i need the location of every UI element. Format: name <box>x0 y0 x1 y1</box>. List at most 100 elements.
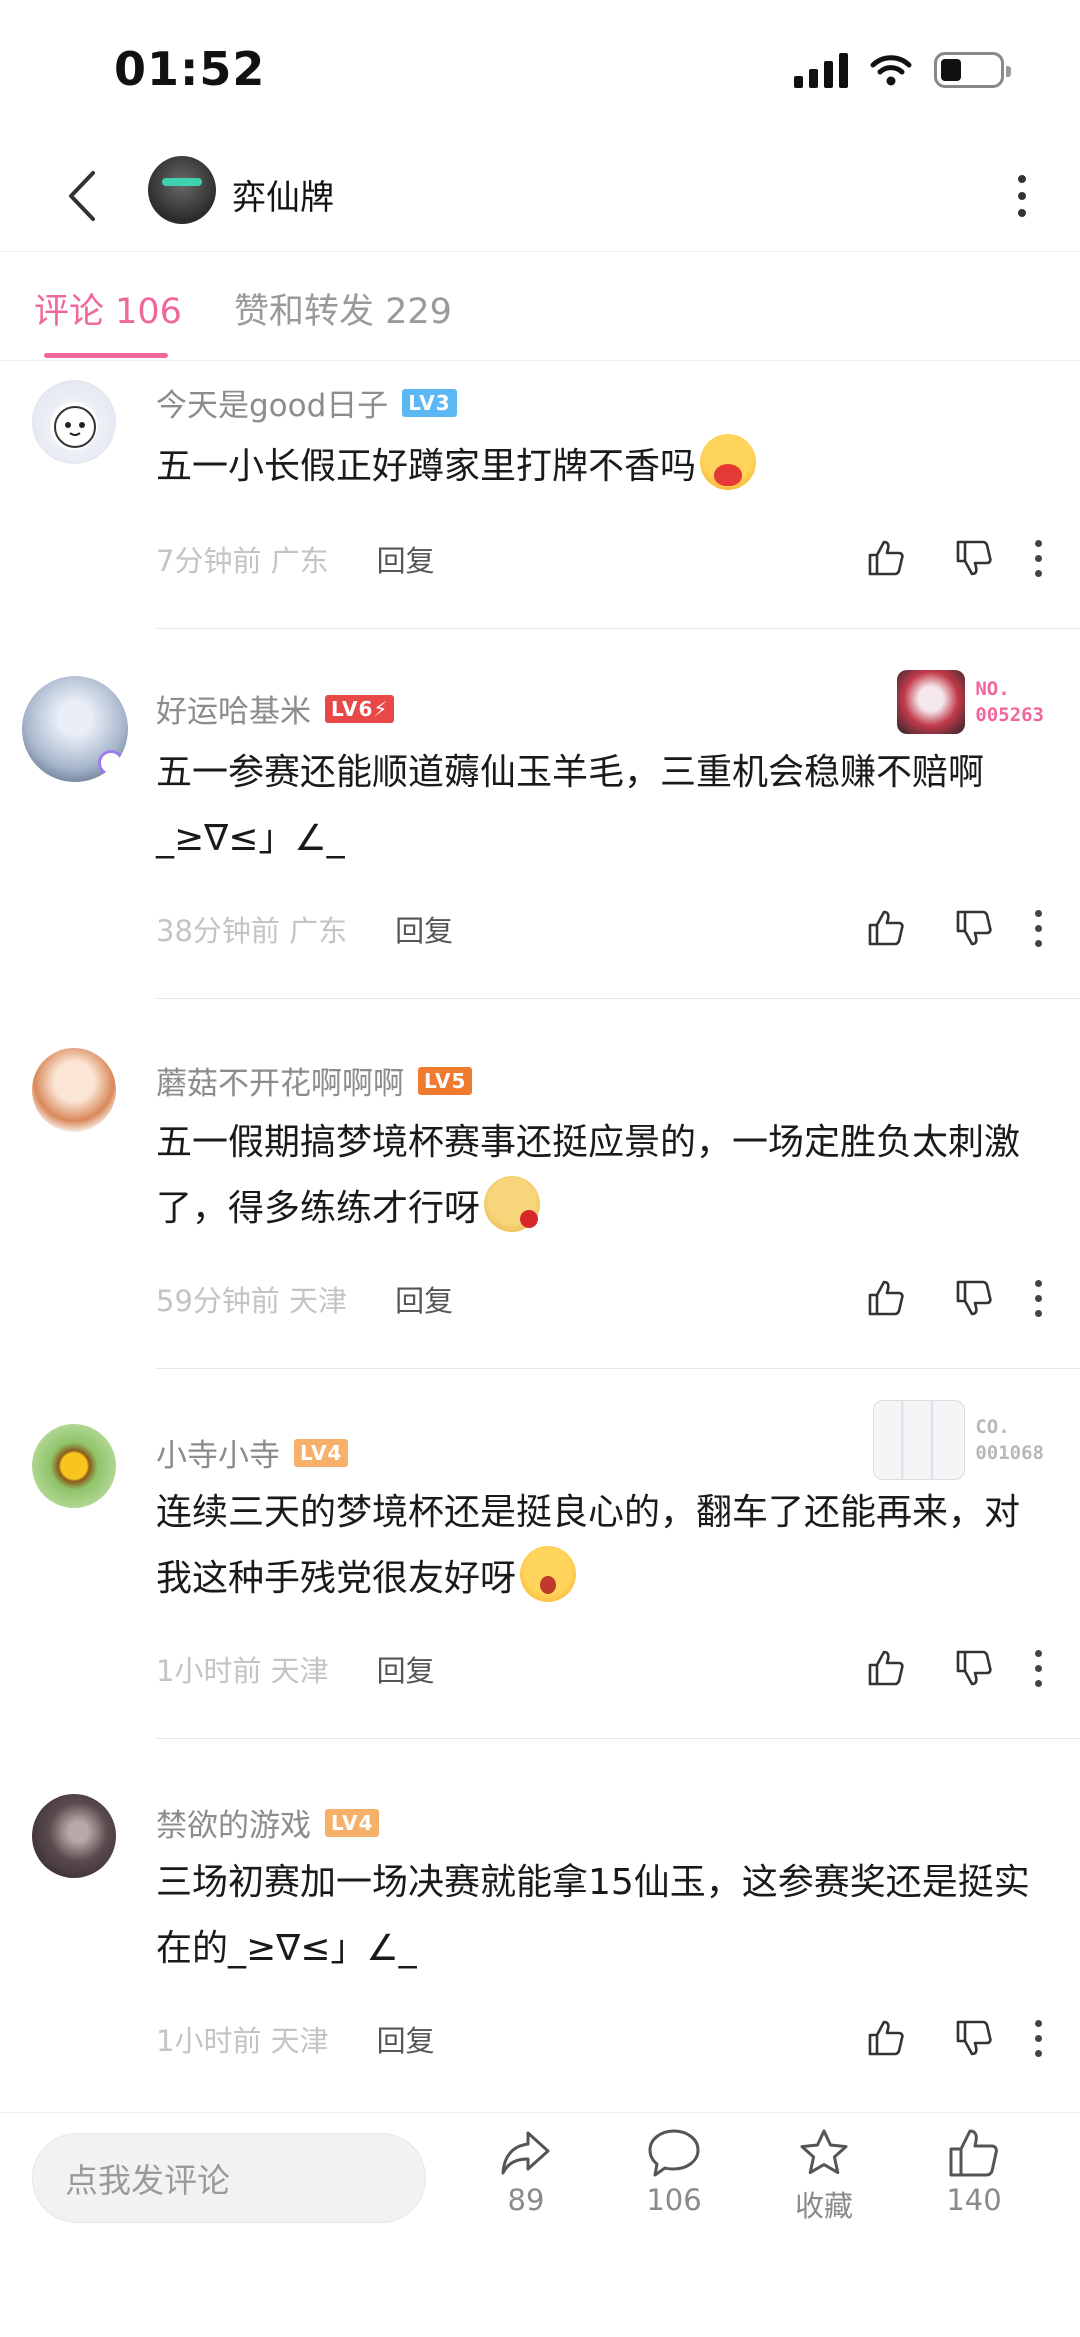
medal-id: 005263 <box>975 704 1044 726</box>
comment-username-row: 蘑菇不开花啊啊啊 LV5 <box>156 1058 473 1103</box>
fan-medal: NO. 005263 <box>897 670 1044 734</box>
comment-item: 禁欲的游戏 LV4 三场初赛加一场决赛就能拿15仙玉，这参赛奖还是挺实在的_≥∇… <box>0 1740 1080 2110</box>
comment-body: 五一小长假正好蹲家里打牌不香吗 <box>156 446 697 487</box>
medal-character-icon <box>897 670 966 734</box>
thumbs-up-icon <box>868 1650 904 1686</box>
dislike-button[interactable] <box>930 900 1018 956</box>
comment-more-button[interactable] <box>1018 1640 1058 1696</box>
comment-meta: 1小时前 天津 回复 <box>156 2018 435 2060</box>
comment-text: 连续三天的梦境杯还是挺良心的，翻车了还能再来，对我这种手残党很友好呀 <box>156 1480 1046 1612</box>
back-button[interactable] <box>52 164 112 228</box>
reply-button[interactable]: 回复 <box>377 538 435 580</box>
comment-item: 小寺小寺 LV4 CO. 001068 连续三天的梦境杯还是挺良心的，翻车了还能… <box>0 1370 1080 1740</box>
comment-actions <box>842 1640 1058 1696</box>
like-button[interactable] <box>842 1270 930 1326</box>
comment-actions <box>842 900 1058 956</box>
thumbs-down-icon <box>956 2020 992 2056</box>
comment-more-button[interactable] <box>1018 530 1058 586</box>
like-button[interactable] <box>842 2010 930 2066</box>
share-button[interactable]: 89 <box>466 2127 586 2217</box>
dislike-button[interactable] <box>930 2010 1018 2066</box>
comment-text: 五一参赛还能顺道薅仙玉羊毛，三重机会稳赚不赔啊_≥∇≤」∠_ <box>156 752 985 859</box>
like-button[interactable] <box>842 530 930 586</box>
comment-count: 106 <box>646 2183 702 2217</box>
timestamp-location: 7分钟前 广东 <box>156 544 329 578</box>
thumbs-up-icon <box>949 2129 998 2177</box>
comment-item: 好运哈基米 LV6⚡ NO. 005263 五一参赛还能顺道薅仙玉羊毛，三重机会… <box>0 630 1080 1000</box>
comment-meta: 38分钟前 广东 回复 <box>156 908 453 950</box>
username[interactable]: 今天是good日子 <box>156 380 388 425</box>
like-count: 140 <box>946 2183 1002 2217</box>
medal-window-icon <box>873 1400 966 1480</box>
comment-input[interactable]: 点我发评论 <box>32 2133 426 2223</box>
page-title: 弈仙牌 <box>232 178 334 218</box>
tab-comments[interactable]: 评论 106 <box>34 283 182 334</box>
avatar[interactable] <box>32 380 116 464</box>
status-icons <box>794 52 1011 88</box>
username[interactable]: 禁欲的游戏 <box>156 1800 311 1845</box>
username[interactable]: 小寺小寺 <box>156 1430 280 1475</box>
comment-actions <box>842 530 1058 586</box>
avatar[interactable] <box>22 676 128 782</box>
comment-text: 三场初赛加一场决赛就能拿15仙玉，这参赛奖还是挺实在的_≥∇≤」∠_ <box>156 1862 1030 1969</box>
dislike-button[interactable] <box>930 530 1018 586</box>
comment-username-row: 小寺小寺 LV4 <box>156 1430 349 1475</box>
comment-more-button[interactable] <box>1018 2010 1058 2066</box>
cheer-emoji-icon <box>520 1546 577 1602</box>
avatar[interactable] <box>32 1048 116 1132</box>
wifi-icon <box>870 55 912 86</box>
divider <box>156 1738 1080 1739</box>
comment-body: 连续三天的梦境杯还是挺良心的，翻车了还能再来，对我这种手残党很友好呀 <box>156 1492 1021 1599</box>
reply-button[interactable]: 回复 <box>377 2018 435 2060</box>
chevron-left-icon <box>69 171 95 221</box>
share-icon <box>501 2131 550 2175</box>
like-button[interactable] <box>842 1640 930 1696</box>
like-button[interactable] <box>842 900 930 956</box>
bottom-action-bar: 点我发评论 89 106 收藏 140 <box>0 2112 1080 2337</box>
divider <box>156 1368 1080 1369</box>
level-badge: LV3 <box>402 388 457 417</box>
comment-text: 五一小长假正好蹲家里打牌不香吗 <box>156 434 1046 500</box>
comment-bubble-icon <box>648 2129 700 2177</box>
game-avatar[interactable] <box>148 156 216 224</box>
comment-meta: 7分钟前 广东 回复 <box>156 538 435 580</box>
favorite-label: 收藏 <box>794 2189 853 2223</box>
dislike-button[interactable] <box>930 1640 1018 1696</box>
medal-label: NO. <box>975 678 1010 700</box>
reply-button[interactable]: 回复 <box>395 1278 453 1320</box>
comment-username-row: 禁欲的游戏 LV4 <box>156 1800 380 1845</box>
medal-number: CO. 001068 <box>975 1414 1044 1466</box>
comment-item: 今天是good日子 LV3 五一小长假正好蹲家里打牌不香吗 7分钟前 广东 回复 <box>0 362 1080 630</box>
dislike-button[interactable] <box>930 1270 1018 1326</box>
comment-more-button[interactable] <box>1018 1270 1058 1326</box>
level-badge: LV5 <box>418 1066 473 1095</box>
comment-more-button[interactable] <box>1018 900 1058 956</box>
comment-username-row: 今天是good日子 LV3 <box>156 380 457 425</box>
comment-item: 蘑菇不开花啊啊啊 LV5 五一假期搞梦境杯赛事还挺应景的，一场定胜负太刺激了，得… <box>0 1000 1080 1370</box>
level-badge: LV4 <box>325 1808 380 1837</box>
thumbs-up-icon <box>868 1280 904 1316</box>
medal-id: 001068 <box>975 1442 1044 1464</box>
status-time: 01:52 <box>114 42 266 96</box>
thumbs-down-icon <box>956 910 992 946</box>
avatar[interactable] <box>32 1424 116 1508</box>
reply-button[interactable]: 回复 <box>377 1648 435 1690</box>
username[interactable]: 好运哈基米 <box>156 686 311 731</box>
thumbs-down-icon <box>956 540 992 576</box>
thumbs-up-icon <box>868 2020 904 2056</box>
tab-bar: 评论 106 赞和转发 229 <box>0 253 1080 361</box>
tab-active-indicator <box>44 353 168 358</box>
comment-button[interactable]: 106 <box>614 2127 734 2217</box>
tab-likes-and-reposts[interactable]: 赞和转发 229 <box>234 283 452 334</box>
more-options-button[interactable] <box>1002 164 1042 228</box>
like-post-button[interactable]: 140 <box>914 2127 1034 2217</box>
comment-actions <box>842 1270 1058 1326</box>
favorite-button[interactable]: 收藏 <box>764 2127 884 2225</box>
reply-button[interactable]: 回复 <box>395 908 453 950</box>
thumbs-up-icon <box>868 910 904 946</box>
status-bar: 01:52 <box>0 0 1080 140</box>
comment-meta: 1小时前 天津 回复 <box>156 1648 435 1690</box>
username[interactable]: 蘑菇不开花啊啊啊 <box>156 1058 404 1103</box>
avatar[interactable] <box>32 1794 116 1878</box>
comment-meta: 59分钟前 天津 回复 <box>156 1278 453 1320</box>
